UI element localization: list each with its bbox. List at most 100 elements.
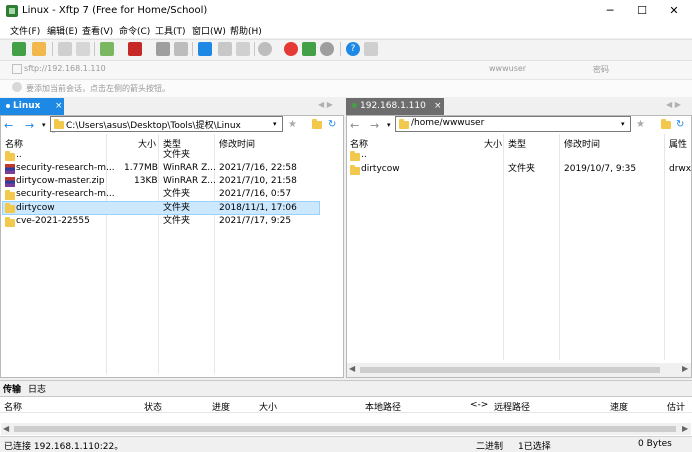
file-name[interactable]: dirtycow	[16, 202, 55, 215]
file-name[interactable]: ..	[16, 149, 22, 162]
file-name[interactable]: dirtycow-master.zip	[16, 175, 105, 188]
file-modified: 2021/7/10, 21:58	[219, 176, 297, 186]
paste-icon[interactable]	[236, 42, 250, 56]
scroll-left-icon[interactable]: ◀	[349, 364, 355, 373]
tab-remote-close-icon[interactable]: ×	[432, 98, 446, 115]
refresh-icon[interactable]: ↻	[676, 119, 684, 130]
winrar-zip-icon	[5, 177, 15, 187]
back-icon[interactable]: ←	[4, 119, 13, 132]
menu-command[interactable]: 命令(C)	[119, 24, 150, 37]
favorite-icon[interactable]: ★	[636, 119, 645, 130]
local-path-text: C:\Users\asus\Desktop\Tools\提权\Linux	[66, 121, 241, 131]
xshell-icon[interactable]	[284, 42, 298, 56]
file-size: 13KB	[134, 176, 158, 186]
file-attributes: drwx	[669, 164, 692, 174]
tab-linux-label: Linux	[13, 101, 41, 111]
col-size[interactable]: 大小	[138, 137, 156, 150]
col-type[interactable]: 类型	[508, 137, 526, 150]
copy-icon[interactable]	[218, 42, 232, 56]
address-input[interactable]: sftp://192.168.1.110	[24, 64, 106, 73]
menu-file[interactable]: 文件(F)	[10, 24, 40, 37]
menu-edit[interactable]: 编辑(E)	[47, 24, 78, 37]
column-divider	[158, 134, 159, 374]
menu-view[interactable]: 查看(V)	[82, 24, 113, 37]
file-type: 文件夹	[163, 189, 191, 199]
scroll-right-icon[interactable]: ▶	[682, 364, 688, 373]
minimize-button[interactable]: ─	[596, 2, 624, 20]
xmanager-icon[interactable]	[302, 42, 316, 56]
path-dropdown-icon[interactable]: ▾	[621, 120, 625, 128]
file-modified: 2021/7/16, 0:57	[219, 189, 292, 199]
file-type: 文件夹	[163, 216, 191, 226]
tab-remote-label: 192.168.1.110	[360, 101, 426, 111]
menu-window[interactable]: 窗口(W)	[192, 24, 226, 37]
folder-icon	[350, 151, 360, 161]
selection-count: 1已选择	[518, 442, 551, 452]
parent-folder-icon[interactable]	[661, 119, 671, 129]
xftp-app-icon	[6, 5, 18, 17]
transfer-header-divider	[0, 412, 692, 413]
tab-log[interactable]: 日志	[28, 382, 46, 395]
new-tab-icon[interactable]	[100, 42, 114, 56]
file-modified: 2018/11/1, 17:06	[219, 203, 297, 213]
parent-folder-icon[interactable]	[312, 119, 322, 129]
close-button[interactable]: ✕	[660, 2, 688, 20]
help-icon[interactable]: ?	[346, 42, 360, 56]
file-type: WinRAR Z...	[163, 176, 216, 186]
open-folder-icon[interactable]	[32, 42, 46, 56]
file-name[interactable]: cve-2021-22555	[16, 215, 90, 228]
disconnect-icon[interactable]	[58, 42, 72, 56]
left-tab-scroll-icon[interactable]: ◀ ▶	[318, 100, 333, 109]
file-name[interactable]: security-research-m...	[16, 188, 115, 201]
back-icon[interactable]: ←	[350, 119, 359, 132]
scroll-thumb[interactable]	[14, 426, 676, 432]
transfer-mode: 二进制	[476, 442, 504, 452]
tab-transfer[interactable]: 传输	[3, 382, 21, 395]
col-modified[interactable]: 修改时间	[564, 137, 600, 150]
file-name[interactable]: dirtycow	[361, 163, 400, 176]
file-size: 1.77MB	[124, 163, 158, 173]
session-hint-text: 要添加当前会话，点击左侧的箭头按钮。	[26, 84, 170, 93]
refresh-icon[interactable]: ↻	[328, 119, 336, 130]
toolbar-separator	[254, 42, 255, 56]
connection-status: 已连接 192.168.1.110:22。	[4, 442, 124, 452]
sort-indicator-icon: ⌃	[51, 131, 57, 138]
file-name[interactable]: ..	[361, 149, 367, 162]
maximize-button[interactable]: ☐	[628, 2, 656, 20]
col-modified[interactable]: 修改时间	[219, 137, 255, 150]
scroll-right-icon[interactable]: ▶	[682, 424, 688, 433]
sync-icon[interactable]	[198, 42, 212, 56]
globe-icon[interactable]	[258, 42, 272, 56]
menu-tools[interactable]: 工具(T)	[155, 24, 186, 37]
scroll-left-icon[interactable]: ◀	[3, 424, 9, 433]
file-modified: 2021/7/16, 22:58	[219, 163, 297, 173]
path-folder-icon	[399, 119, 409, 129]
tab-remote[interactable]: 192.168.1.110	[346, 98, 444, 115]
add-session-arrow-icon[interactable]	[12, 82, 22, 92]
username-input[interactable]: wwwuser	[489, 64, 526, 73]
settings-icon[interactable]	[320, 42, 334, 56]
right-tab-scroll-icon[interactable]: ◀ ▶	[666, 100, 681, 109]
forward-icon[interactable]: →	[370, 119, 379, 132]
chat-icon[interactable]	[364, 42, 378, 56]
col-attributes[interactable]: 属性	[669, 137, 687, 150]
column-divider	[559, 134, 560, 360]
tab-linux-close-icon[interactable]: ×	[52, 98, 66, 115]
path-dropdown-icon[interactable]: ▾	[273, 120, 277, 128]
col-size[interactable]: 大小	[484, 137, 502, 150]
history-dropdown-icon[interactable]: ▾	[387, 121, 391, 129]
transfer-col-direction[interactable]: <->	[470, 400, 488, 410]
remote-path-text: /home/wwwuser	[411, 118, 485, 128]
password-input[interactable]: 密码	[593, 64, 609, 75]
new-session-icon[interactable]	[12, 42, 26, 56]
reconnect-icon[interactable]	[76, 42, 90, 56]
transfer-icon[interactable]	[174, 42, 188, 56]
menu-help[interactable]: 帮助(H)	[230, 24, 262, 37]
forward-icon[interactable]: →	[25, 119, 34, 132]
scroll-thumb[interactable]	[360, 367, 660, 373]
record-icon[interactable]	[128, 42, 142, 56]
file-name[interactable]: security-research-m...	[16, 162, 115, 175]
history-dropdown-icon[interactable]: ▾	[42, 121, 46, 129]
file-icon[interactable]	[156, 42, 170, 56]
favorite-icon[interactable]: ★	[288, 119, 297, 130]
